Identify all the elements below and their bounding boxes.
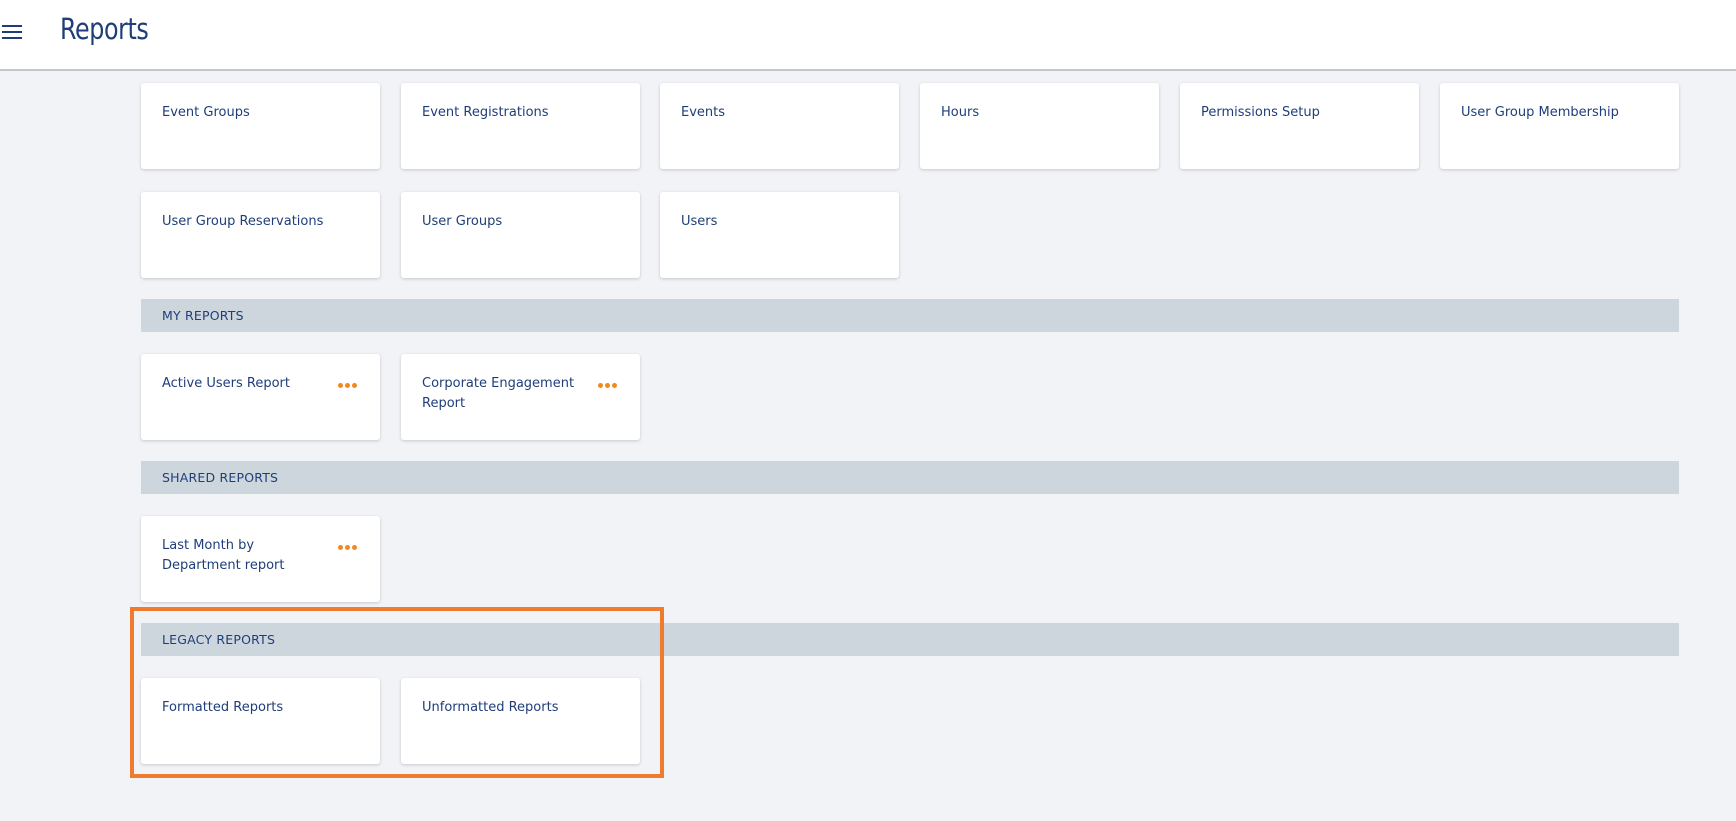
page-title: Reports bbox=[60, 12, 149, 46]
section-header-my-reports: MY REPORTS bbox=[141, 299, 1679, 332]
report-card-users[interactable]: Users bbox=[660, 192, 899, 278]
report-card-event-registrations[interactable]: Event Registrations bbox=[401, 83, 640, 169]
report-card-label: Last Month by Department report bbox=[162, 538, 285, 573]
hamburger-menu-icon[interactable] bbox=[0, 22, 26, 44]
top-bar: Reports bbox=[0, 0, 1736, 71]
section-header-shared-reports: SHARED REPORTS bbox=[141, 461, 1679, 494]
report-card-label: Event Groups bbox=[162, 105, 250, 120]
report-card-hours[interactable]: Hours bbox=[920, 83, 1159, 169]
report-card-events[interactable]: Events bbox=[660, 83, 899, 169]
more-options-icon[interactable] bbox=[338, 382, 358, 390]
report-card-label: User Groups bbox=[422, 214, 503, 229]
section-title: LEGACY REPORTS bbox=[162, 632, 276, 647]
report-card-label: Unformatted Reports bbox=[422, 700, 559, 715]
report-card-formatted-reports[interactable]: Formatted Reports bbox=[141, 678, 380, 764]
report-card-label: Hours bbox=[941, 105, 980, 120]
section-title: SHARED REPORTS bbox=[162, 470, 279, 485]
report-card-label: Users bbox=[681, 214, 718, 229]
section-header-legacy-reports: LEGACY REPORTS bbox=[141, 623, 1679, 656]
more-options-icon[interactable] bbox=[338, 544, 358, 552]
report-card-last-month-by-department[interactable]: Last Month by Department report bbox=[141, 516, 380, 602]
report-card-label: Event Registrations bbox=[422, 105, 549, 120]
report-card-user-group-membership[interactable]: User Group Membership bbox=[1440, 83, 1679, 169]
report-card-label: Permissions Setup bbox=[1201, 105, 1320, 120]
report-card-label: Active Users Report bbox=[162, 376, 290, 391]
report-card-label: User Group Reservations bbox=[162, 214, 324, 229]
section-title: MY REPORTS bbox=[162, 308, 244, 323]
report-card-unformatted-reports[interactable]: Unformatted Reports bbox=[401, 678, 640, 764]
report-card-corporate-engagement-report[interactable]: Corporate Engagement Report bbox=[401, 354, 640, 440]
report-card-user-groups[interactable]: User Groups bbox=[401, 192, 640, 278]
report-card-label: Events bbox=[681, 105, 726, 120]
report-card-label: Corporate Engagement Report bbox=[422, 376, 575, 411]
report-card-label: Formatted Reports bbox=[162, 700, 284, 715]
report-card-event-groups[interactable]: Event Groups bbox=[141, 83, 380, 169]
report-card-active-users-report[interactable]: Active Users Report bbox=[141, 354, 380, 440]
report-card-label: User Group Membership bbox=[1461, 105, 1619, 120]
report-card-user-group-reservations[interactable]: User Group Reservations bbox=[141, 192, 380, 278]
more-options-icon[interactable] bbox=[598, 382, 618, 390]
report-card-permissions-setup[interactable]: Permissions Setup bbox=[1180, 83, 1419, 169]
